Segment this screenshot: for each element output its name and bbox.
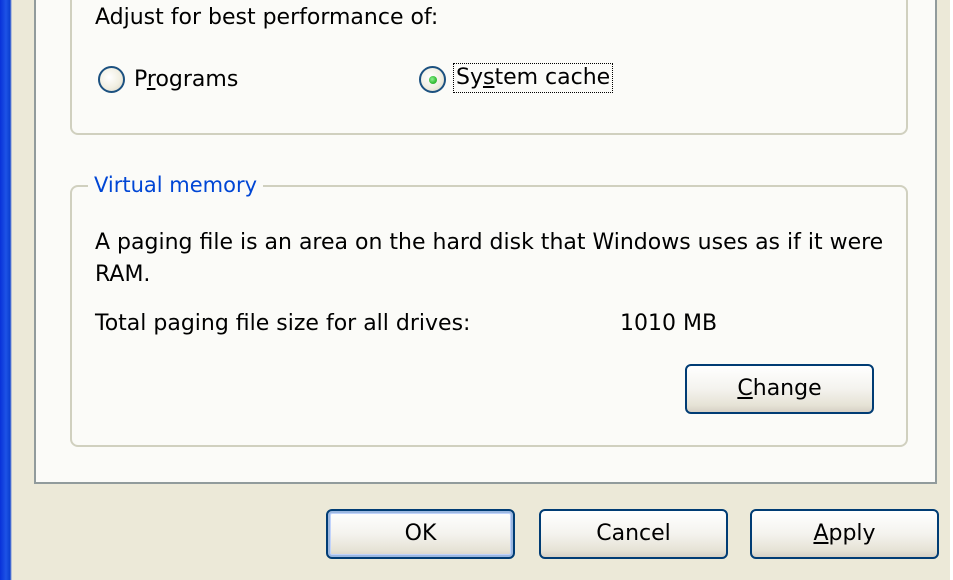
ok-button[interactable]: OK [326, 509, 515, 559]
radio-selected-dot-icon [429, 76, 437, 84]
system-cache-radio-label[interactable]: System cache [452, 63, 614, 93]
programs-radio-button[interactable] [98, 66, 125, 93]
paging-file-size-label: Total paging file size for all drives: [95, 311, 471, 336]
virtual-memory-description: A paging file is an area on the hard dis… [95, 230, 884, 287]
virtual-memory-legend: Virtual memory [88, 171, 264, 199]
programs-radio-label[interactable]: Programs [134, 66, 238, 94]
system-cache-radio-button[interactable] [419, 66, 446, 93]
change-button[interactable]: Change [685, 364, 874, 414]
performance-options-dialog: Adjust for best performance of: Programs… [0, 0, 953, 580]
apply-button[interactable]: Apply [750, 509, 939, 559]
window-frame-left-edge [0, 0, 12, 580]
paging-file-size-value: 1010 MB [620, 311, 718, 336]
cancel-button[interactable]: Cancel [539, 509, 728, 559]
performance-heading: Adjust for best performance of: [95, 5, 439, 30]
